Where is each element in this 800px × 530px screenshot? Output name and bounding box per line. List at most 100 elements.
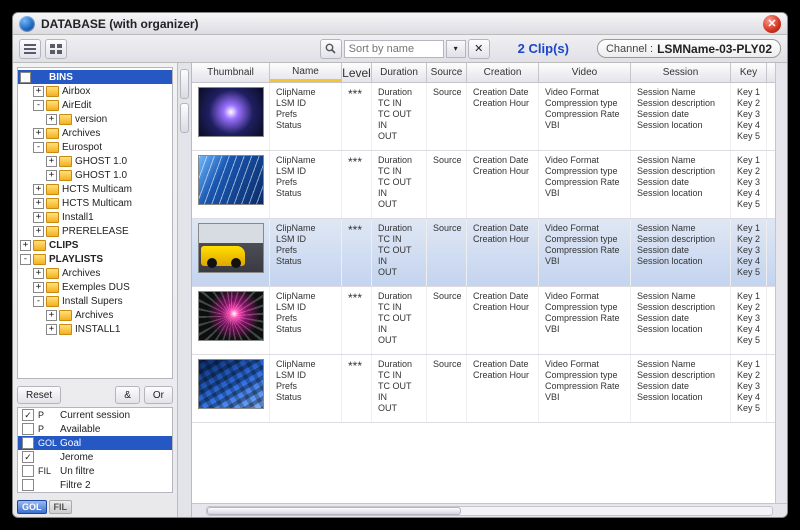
expand-icon[interactable]: +	[46, 324, 57, 335]
tree-node[interactable]: +HCTS Multicam	[18, 182, 172, 196]
sort-input[interactable]	[344, 40, 444, 58]
column-header[interactable]: Thumbnail	[192, 63, 270, 82]
tree-label: Airbox	[62, 86, 90, 97]
column-header[interactable]: Video	[539, 63, 631, 82]
folder-icon	[46, 268, 59, 279]
expand-icon[interactable]: +	[33, 128, 44, 139]
cell: Key 1Key 2Key 3Key 4Key 5	[731, 355, 767, 422]
column-header[interactable]: Source	[427, 63, 467, 82]
filter-row[interactable]: PAvailable	[18, 422, 172, 436]
filter-checkbox[interactable]: ✓	[22, 409, 34, 421]
column-header[interactable]: Session	[631, 63, 731, 82]
filter-checkbox[interactable]	[22, 437, 34, 449]
filter-row[interactable]: ✓Jerome	[18, 450, 172, 464]
filter-row[interactable]: Filtre 2	[18, 478, 172, 492]
column-header[interactable]: Creation	[467, 63, 539, 82]
filter-row[interactable]: ✓PCurrent session	[18, 408, 172, 422]
view-list-button[interactable]	[19, 39, 41, 59]
table-row[interactable]: ClipNameLSM IDPrefsStatus***DurationTC I…	[192, 83, 775, 151]
tree-node[interactable]: +PRERELEASE	[18, 224, 172, 238]
tree-node[interactable]: -Eurospot	[18, 140, 172, 154]
bin-tree[interactable]: -BINS+Airbox-AirEdit+version+Archives-Eu…	[17, 67, 173, 379]
close-button[interactable]: ✕	[763, 15, 781, 33]
clear-sort-button[interactable]: ✕	[468, 39, 490, 59]
tree-node[interactable]: + Airbox	[18, 84, 172, 98]
table-row[interactable]: ClipNameLSM IDPrefsStatus***DurationTC I…	[192, 151, 775, 219]
filter-row[interactable]: GOLGoal	[18, 436, 172, 450]
vstrip-handle1[interactable]	[180, 69, 189, 99]
expand-icon[interactable]: +	[46, 170, 57, 181]
sort-dropdown[interactable]: ▾	[446, 40, 466, 58]
tree-node[interactable]: +Exemples DUS	[18, 280, 172, 294]
expand-icon[interactable]: +	[33, 282, 44, 293]
tree-node[interactable]: -AirEdit	[18, 98, 172, 112]
tree-node[interactable]: -Install Supers	[18, 294, 172, 308]
titlebar: DATABASE (with organizer) ✕	[13, 13, 787, 35]
table-body[interactable]: ClipNameLSM IDPrefsStatus***DurationTC I…	[192, 83, 775, 503]
h-scroll-thumb[interactable]	[207, 507, 461, 515]
expand-icon[interactable]: -	[33, 100, 44, 111]
sidebar: -BINS+Airbox-AirEdit+version+Archives-Eu…	[13, 63, 178, 517]
tree-node[interactable]: -BINS	[18, 70, 172, 84]
tree-node[interactable]: +Install1	[18, 210, 172, 224]
search-icon[interactable]	[320, 39, 342, 59]
tree-node[interactable]: +HCTS Multicam	[18, 196, 172, 210]
or-button[interactable]: Or	[144, 386, 173, 404]
folder-icon	[46, 142, 59, 153]
column-header[interactable]: Duration	[372, 63, 427, 82]
filter-checkbox[interactable]: ✓	[22, 451, 34, 463]
cell: Video FormatCompression typeCompression …	[539, 287, 631, 354]
cell: ***	[342, 287, 372, 354]
folder-icon	[46, 226, 59, 237]
expand-icon[interactable]: +	[46, 156, 57, 167]
filter-checkbox[interactable]	[22, 479, 34, 491]
pill-fil[interactable]: FIL	[49, 500, 73, 514]
and-button[interactable]: &	[115, 386, 140, 404]
expand-icon[interactable]: -	[33, 296, 44, 307]
tree-node[interactable]: +version	[18, 112, 172, 126]
expand-icon[interactable]: +	[33, 226, 44, 237]
sort-control: ▾ ✕	[320, 39, 490, 59]
tree-node[interactable]: +Archives	[18, 308, 172, 322]
expand-icon[interactable]: +	[46, 114, 57, 125]
filter-name: Current session	[60, 410, 130, 421]
vertical-scrollbar[interactable]	[775, 63, 787, 503]
filter-row[interactable]: FILUn filtre	[18, 464, 172, 478]
expand-icon[interactable]: +	[20, 240, 31, 251]
pill-gol[interactable]: GOL	[17, 500, 47, 514]
table-header[interactable]: ThumbnailNameLevelDurationSourceCreation…	[192, 63, 775, 83]
column-header[interactable]: Level	[342, 63, 372, 82]
expand-icon[interactable]: +	[33, 184, 44, 195]
tree-node[interactable]: +CLIPS	[18, 238, 172, 252]
horizontal-scrollbar[interactable]	[192, 503, 787, 517]
tree-node[interactable]: -PLAYLISTS	[18, 252, 172, 266]
view-thumb-button[interactable]	[45, 39, 67, 59]
cell: Creation DateCreation Hour	[467, 287, 539, 354]
expand-icon[interactable]: +	[46, 310, 57, 321]
column-header[interactable]: Key	[731, 63, 767, 82]
expand-icon[interactable]: +	[33, 212, 44, 223]
table-row[interactable]: ClipNameLSM IDPrefsStatus***DurationTC I…	[192, 219, 775, 287]
table-row[interactable]: ClipNameLSM IDPrefsStatus***DurationTC I…	[192, 287, 775, 355]
expand-icon[interactable]: +	[33, 268, 44, 279]
filter-checkbox[interactable]	[22, 465, 34, 477]
filter-list[interactable]: ✓PCurrent sessionPAvailableGOLGoal✓Jerom…	[17, 407, 173, 493]
vstrip-handle2[interactable]	[180, 103, 189, 133]
clip-table: ThumbnailNameLevelDurationSourceCreation…	[192, 63, 787, 517]
reset-button[interactable]: Reset	[17, 386, 61, 404]
column-header[interactable]: Name	[270, 63, 342, 82]
tree-node[interactable]: +GHOST 1.0	[18, 154, 172, 168]
tree-node[interactable]: +Archives	[18, 266, 172, 280]
filter-checkbox[interactable]	[22, 423, 34, 435]
expand-icon[interactable]: +	[33, 86, 44, 97]
expand-icon[interactable]: +	[33, 198, 44, 209]
tree-node[interactable]: +GHOST 1.0	[18, 168, 172, 182]
table-row[interactable]: ClipNameLSM IDPrefsStatus***DurationTC I…	[192, 355, 775, 423]
tree-node[interactable]: +INSTALL1	[18, 322, 172, 336]
expand-icon[interactable]: -	[20, 72, 31, 83]
cell: DurationTC INTC OUTINOUT	[372, 151, 427, 218]
expand-icon[interactable]: -	[33, 142, 44, 153]
app-icon	[19, 16, 35, 32]
expand-icon[interactable]: -	[20, 254, 31, 265]
tree-node[interactable]: +Archives	[18, 126, 172, 140]
